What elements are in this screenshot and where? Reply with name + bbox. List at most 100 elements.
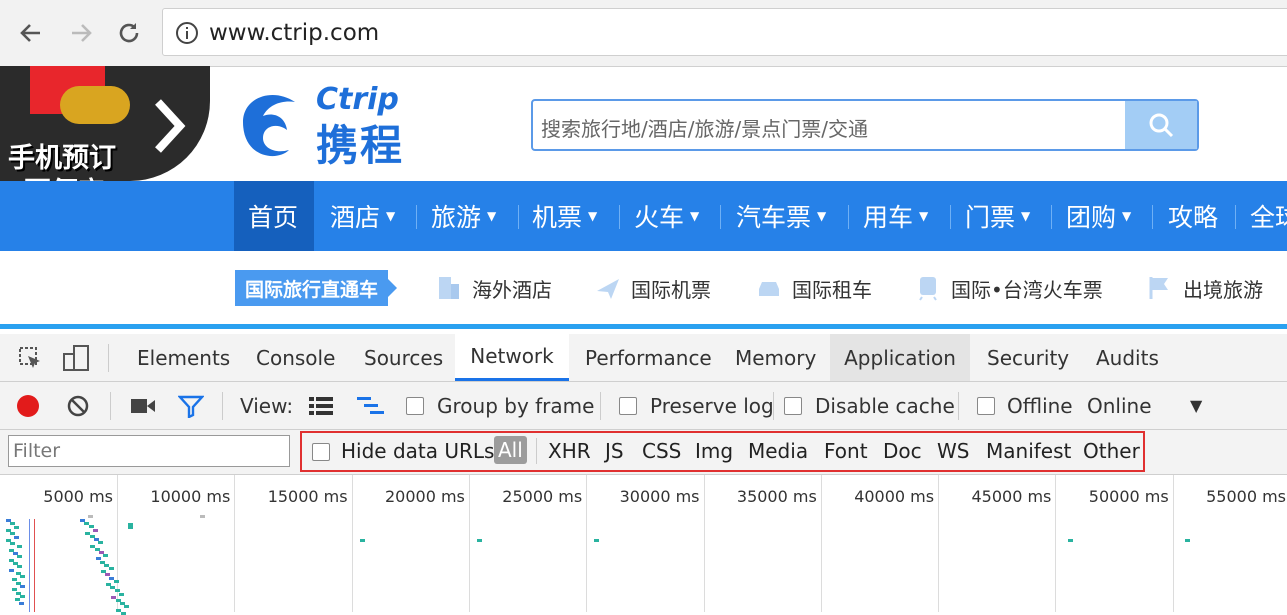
timeline-request-bar — [10, 542, 15, 546]
tab-security[interactable]: Security — [987, 334, 1069, 381]
timeline-request-bar — [128, 526, 133, 529]
large-rows-icon[interactable] — [308, 395, 334, 421]
inspect-element-icon[interactable] — [18, 346, 44, 376]
caret-down-icon: ▼ — [817, 209, 827, 223]
url-text: www.ctrip.com — [209, 20, 380, 46]
dolphin-logo-icon — [243, 94, 295, 157]
filter-type-doc[interactable]: Doc — [883, 439, 922, 463]
hide-data-urls-checkbox[interactable] — [312, 443, 330, 461]
tab-elements[interactable]: Elements — [137, 334, 230, 381]
timeline-request-bar — [118, 592, 124, 596]
timeline-request-bar — [360, 539, 365, 542]
waterfall-overview-icon[interactable] — [356, 395, 386, 421]
reload-button[interactable] — [112, 16, 146, 50]
browser-toolbar: www.ctrip.com — [0, 0, 1287, 67]
timeline-tick-label: 45000 ms — [971, 487, 1052, 506]
back-button[interactable] — [14, 16, 48, 50]
tab-memory[interactable]: Memory — [735, 334, 816, 381]
clear-icon[interactable] — [66, 394, 90, 422]
address-bar[interactable]: www.ctrip.com — [162, 8, 1287, 56]
device-toolbar-icon[interactable] — [62, 344, 90, 376]
filter-funnel-icon[interactable] — [177, 394, 205, 422]
nav-item-travel[interactable]: 旅游 ▼ — [431, 181, 496, 251]
nav-label: 用车 — [863, 203, 914, 232]
flag-globe-icon — [1147, 275, 1173, 301]
filter-input[interactable]: Filter — [8, 435, 290, 467]
timeline-request-bar — [17, 545, 22, 549]
preserve-log-checkbox[interactable] — [619, 397, 637, 415]
mobile-promo-banner[interactable]: 手机预订 更便宜 — [0, 66, 215, 208]
timeline-request-bar — [120, 611, 126, 615]
tab-performance[interactable]: Performance — [585, 334, 712, 381]
intl-subnav: 国际旅行直通车 海外酒店 国际机票 国际租车 国际•台湾火车票 出境旅游 — [0, 251, 1287, 323]
subnav-overseas-hotel[interactable]: 海外酒店 — [436, 273, 552, 303]
forward-button[interactable] — [64, 16, 98, 50]
nav-item-train[interactable]: 火车 ▼ — [634, 181, 699, 251]
nav-divider — [416, 205, 417, 229]
tab-audits[interactable]: Audits — [1096, 334, 1159, 381]
search-icon — [1149, 113, 1174, 138]
nav-item-bus[interactable]: 汽车票 ▼ — [736, 181, 826, 251]
site-search-button[interactable] — [1125, 101, 1197, 149]
nav-item-groupbuy[interactable]: 团购 ▼ — [1066, 181, 1131, 251]
tab-console[interactable]: Console — [256, 334, 335, 381]
tab-network[interactable]: Network — [455, 334, 569, 381]
filter-type-media[interactable]: Media — [748, 439, 808, 463]
devtools-tab-bar: Elements Console Sources Network Perform… — [0, 334, 1287, 382]
screenshot-camera-icon[interactable] — [130, 396, 156, 420]
nav-label: 酒店 — [330, 203, 381, 232]
subnav-intl-train[interactable]: 国际•台湾火车票 — [915, 273, 1103, 303]
subnav-intl-flights[interactable]: 国际机票 — [595, 273, 711, 303]
timeline-request-bar — [9, 568, 14, 572]
filter-type-font[interactable]: Font — [824, 439, 868, 463]
timeline-request-bar — [19, 601, 24, 605]
filter-type-img[interactable]: Img — [695, 439, 733, 463]
load-event-line — [34, 519, 35, 612]
filter-type-all[interactable]: All — [494, 436, 527, 464]
caret-down-icon: ▼ — [919, 209, 929, 223]
group-by-frame-checkbox[interactable] — [406, 397, 424, 415]
filter-type-other[interactable]: Other — [1083, 439, 1140, 463]
devtools-panel: Elements Console Sources Network Perform… — [0, 324, 1287, 615]
nav-item-tickets[interactable]: 门票 ▼ — [965, 181, 1030, 251]
car-icon — [756, 275, 782, 301]
timeline-grid-line — [1055, 475, 1057, 612]
nav-item-guides[interactable]: 攻略 — [1168, 181, 1218, 251]
nav-label: 攻略 — [1168, 203, 1219, 232]
toolbar-divider — [773, 392, 774, 420]
nav-item-car[interactable]: 用车 ▼ — [863, 181, 928, 251]
timeline-grid-line — [586, 475, 588, 612]
site-search-input[interactable]: 搜索旅行地/酒店/旅游/景点门票/交通 — [541, 113, 868, 142]
tab-application[interactable]: Application — [830, 334, 970, 381]
tab-sources[interactable]: Sources — [364, 334, 443, 381]
timeline-request-bar — [88, 515, 93, 518]
filter-type-manifest[interactable]: Manifest — [986, 439, 1071, 463]
filter-type-css[interactable]: CSS — [642, 439, 681, 463]
nav-item-hotel[interactable]: 酒店 ▼ — [330, 181, 395, 251]
subnav-intl-car-rental[interactable]: 国际租车 — [756, 273, 872, 303]
caret-down-icon: ▼ — [690, 209, 700, 223]
disable-cache-checkbox[interactable] — [784, 397, 802, 415]
timeline-request-bar — [20, 594, 25, 598]
throttling-select[interactable]: Online — [1087, 394, 1152, 418]
caret-down-icon[interactable]: ▼ — [1190, 396, 1202, 415]
nav-item-flights[interactable]: 机票 ▼ — [532, 181, 597, 251]
network-filter-bar: Filter Hide data URLs All XHR JS CSS Img… — [0, 430, 1287, 475]
subnav-outbound-travel[interactable]: 出境旅游 — [1147, 273, 1263, 303]
network-timeline-overview[interactable]: 5000 ms 10000 ms 15000 ms 20000 ms 25000 ms 3… — [0, 475, 1287, 615]
toolbar-divider — [222, 392, 223, 420]
timeline-grid-line — [703, 475, 705, 612]
offline-checkbox[interactable] — [977, 397, 995, 415]
nav-item-home[interactable]: 首页 — [234, 181, 314, 251]
nav-item-global[interactable]: 全球 — [1250, 181, 1287, 251]
filter-type-js[interactable]: JS — [605, 439, 624, 463]
timeline-request-bar — [20, 575, 25, 579]
building-icon — [436, 275, 462, 301]
filter-type-ws[interactable]: WS — [937, 439, 969, 463]
filter-type-xhr[interactable]: XHR — [548, 439, 591, 463]
timeline-grid-line — [1172, 475, 1174, 612]
record-icon[interactable] — [17, 395, 39, 417]
timeline-tick-label: 25000 ms — [502, 487, 583, 506]
subnav-label: 国际•台湾火车票 — [951, 277, 1103, 302]
toolbar-divider — [110, 392, 111, 420]
